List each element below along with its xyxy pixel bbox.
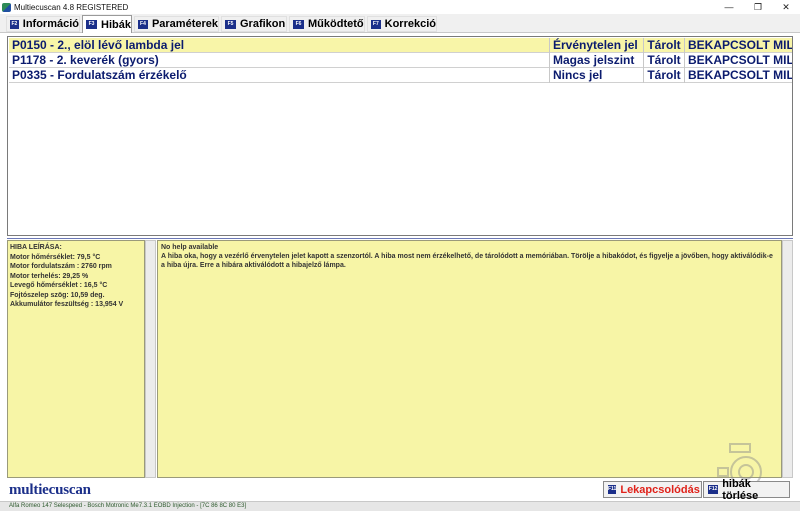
param-line: Levegő hőmérséklet : 16,5 °C — [10, 282, 108, 289]
fault-status: Nincs jel — [550, 67, 644, 83]
param-line: Motor fordulatszám : 2760 rpm — [10, 263, 112, 270]
fault-type: Tárolt — [644, 67, 685, 83]
f4-key-icon: F4 — [138, 19, 148, 29]
f6-key-icon: F6 — [293, 19, 304, 29]
tab-hibak[interactable]: F3 Hibák — [82, 15, 132, 33]
fault-row[interactable]: P0335 - Fordulatszám érzékelő Nincs jel … — [9, 67, 792, 83]
fault-description-panel: No help available A hiba oka, hogy a vez… — [157, 240, 782, 478]
fault-status: Magas jelszint — [550, 52, 644, 68]
close-button[interactable]: ✕ — [772, 0, 800, 14]
param-line: Akkumulátor feszültség : 13,954 V — [10, 301, 124, 308]
fault-type: Tárolt — [644, 52, 685, 68]
disconnect-label: Lekapcsolódás — [620, 483, 700, 496]
fault-mil: BEKAPCSOLT MIL — [688, 52, 792, 67]
tab-grafikon[interactable]: F5 Grafikon — [221, 16, 287, 32]
fault-row[interactable]: P0150 - 2., elöl lévő lambda jel Érvényt… — [9, 37, 792, 53]
help-status: No help available — [161, 244, 219, 251]
app-logo: multiecuscan — [9, 482, 91, 498]
f11-key-icon: F11 — [608, 485, 617, 494]
f7-key-icon: F7 — [371, 19, 381, 29]
fault-row[interactable]: P1178 - 2. keverék (gyors) Magas jelszin… — [9, 52, 792, 68]
tab-label: Paraméterek — [151, 18, 218, 30]
tab-label: Működtető — [308, 18, 364, 30]
param-line: Motor hőmérséklet: 79,5 °C — [10, 253, 101, 261]
fault-status: Érvénytelen jel — [550, 37, 644, 53]
param-line: Fojtószelep szög: 10,59 deg. — [10, 291, 105, 299]
tab-parameterek[interactable]: F4 Paraméterek — [134, 16, 219, 32]
fault-mil: BEKAPCSOLT MIL — [688, 37, 792, 52]
f12-key-icon: F12 — [708, 485, 719, 494]
maximize-button[interactable]: ❐ — [744, 0, 772, 14]
params-scrollbar[interactable] — [145, 240, 156, 478]
title-bar: Multiecuscan 4.8 REGISTERED — ❐ ✕ — [0, 0, 800, 14]
disconnect-button[interactable]: F11 Lekapcsolódás — [603, 481, 702, 498]
f5-key-icon: F5 — [225, 19, 236, 29]
param-line: Motor terhelés: 29,25 % — [10, 272, 89, 280]
f3-key-icon: F3 — [86, 20, 97, 29]
clear-faults-label: hibák törlése — [722, 477, 759, 502]
fault-name: P0150 - 2., elöl lévő lambda jel — [9, 37, 550, 53]
fault-mil: BEKAPCSOLT MIL — [688, 67, 792, 82]
tab-label: Grafikon — [240, 18, 286, 30]
tab-label: Információ — [22, 18, 79, 30]
fault-type: Tárolt — [644, 37, 685, 53]
fault-name: P1178 - 2. keverék (gyors) — [9, 52, 550, 68]
tab-label: Korrekció — [384, 18, 436, 30]
fault-list[interactable]: P0150 - 2., elöl lévő lambda jel Érvényt… — [7, 36, 793, 236]
minimize-button[interactable]: — — [715, 0, 743, 14]
tab-label: Hibák — [101, 18, 131, 31]
fault-name: P0335 - Fordulatszám érzékelő — [9, 67, 550, 83]
params-header: HIBA LEÍRÁSA: — [10, 244, 62, 251]
f2-key-icon: F2 — [10, 19, 19, 29]
description-text: A hiba oka, hogy a vezérlő érvenytelen j… — [161, 253, 773, 269]
tab-mukodteto[interactable]: F6 Működtető — [289, 16, 365, 32]
app-icon — [2, 2, 11, 12]
clear-faults-button[interactable]: F12 hibák törlése — [703, 478, 790, 502]
window-title: Multiecuscan 4.8 REGISTERED — [14, 2, 129, 12]
tab-korrekcio[interactable]: F7 Korrekció — [367, 16, 437, 32]
description-scrollbar[interactable] — [782, 240, 793, 478]
status-bar: Alfa Romeo 147 Selespeed - Bosch Motroni… — [0, 501, 800, 511]
tab-bar: F2 Információ F3 Hibák F4 Paraméterek F5… — [0, 14, 800, 33]
tab-informacio[interactable]: F2 Információ — [6, 16, 80, 32]
panel-splitter[interactable] — [7, 238, 793, 239]
freeze-frame-panel: HIBA LEÍRÁSA: Motor hőmérséklet: 79,5 °C… — [7, 240, 145, 478]
